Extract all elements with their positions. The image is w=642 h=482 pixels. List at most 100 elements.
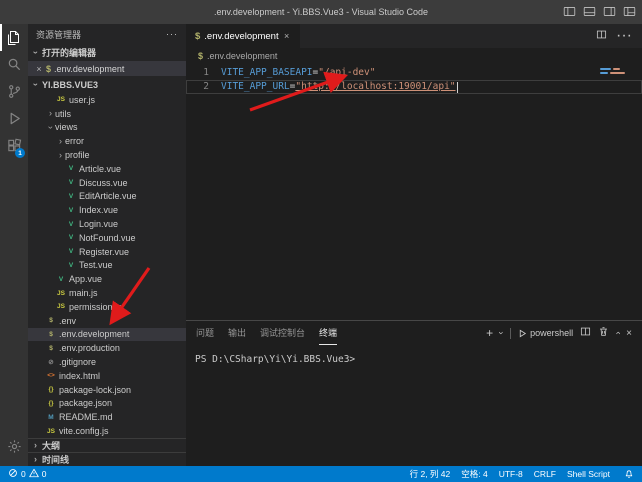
panel-tab[interactable]: 问题: [196, 321, 214, 345]
editor-group: $ .env.development × ··· $ .env.developm…: [186, 24, 642, 466]
file-label: .gitignore: [59, 357, 96, 367]
tree-item[interactable]: JSpermission.js: [28, 300, 186, 314]
sidebar-bottom-sections: › 大纲 › 时间线: [28, 438, 186, 466]
open-editors-section[interactable]: › 打开的编辑器: [28, 44, 186, 61]
close-panel-icon[interactable]: ×: [626, 328, 632, 339]
tree-item[interactable]: JSuser.js: [28, 93, 186, 107]
search-icon[interactable]: [0, 51, 28, 78]
file-label: NotFound.vue: [79, 233, 136, 243]
timeline-section[interactable]: › 时间线: [28, 452, 186, 466]
cursor-position[interactable]: 行 2, 列 42: [410, 468, 451, 480]
tree-item[interactable]: $.env: [28, 314, 186, 328]
tree-item[interactable]: $.env.development: [28, 328, 186, 342]
warning-icon: [29, 468, 39, 480]
split-terminal-icon[interactable]: [580, 326, 591, 340]
tree-item[interactable]: VIndex.vue: [28, 203, 186, 217]
customize-layout-icon[interactable]: [623, 5, 636, 20]
tree-item[interactable]: VArticle.vue: [28, 162, 186, 176]
source-control-icon[interactable]: [0, 78, 28, 105]
close-tab-icon[interactable]: ×: [283, 31, 291, 41]
maximize-panel-icon[interactable]: ›: [613, 332, 623, 335]
tab-env-development[interactable]: $ .env.development ×: [186, 24, 300, 48]
tree-item[interactable]: VNotFound.vue: [28, 231, 186, 245]
toggle-panel-icon[interactable]: [583, 5, 596, 20]
tree-item[interactable]: JSvite.config.js: [28, 424, 186, 438]
tree-item[interactable]: VApp.vue: [28, 272, 186, 286]
tree-item[interactable]: ⊘.gitignore: [28, 355, 186, 369]
terminal-prompt: PS D:\CSharp\Yi\Yi.BBS.Vue3>: [195, 354, 355, 365]
chevron-down-icon: ›: [31, 80, 40, 89]
code-line[interactable]: 2VITE_APP_URL="http://localhost:19001/ap…: [186, 80, 642, 94]
tree-item[interactable]: MREADME.md: [28, 410, 186, 424]
error-icon: [8, 468, 18, 480]
divider: [510, 328, 511, 339]
tree-item[interactable]: ›error: [28, 134, 186, 148]
chevron-right-icon: ›: [46, 109, 55, 118]
tree-item[interactable]: ›utils: [28, 107, 186, 121]
tree-item[interactable]: VLogin.vue: [28, 217, 186, 231]
panel-tab[interactable]: 终端: [319, 321, 337, 345]
file-label: user.js: [69, 95, 95, 105]
file-label: EditArticle.vue: [79, 191, 137, 201]
sidebar-title: 资源管理器: [36, 28, 81, 41]
extensions-icon[interactable]: 1: [0, 132, 28, 159]
outline-section[interactable]: › 大纲: [28, 438, 186, 452]
open-editor-item[interactable]: × $ .env.development: [28, 61, 186, 76]
file-label: .env.production: [59, 343, 120, 353]
tree-item[interactable]: ›profile: [28, 148, 186, 162]
toggle-sidebar-icon[interactable]: [563, 5, 576, 20]
file-label: Test.vue: [79, 260, 113, 270]
explorer-sidebar: 资源管理器 ··· › 打开的编辑器 × $ .env.development …: [28, 24, 186, 466]
settings-gear-icon[interactable]: [0, 433, 28, 460]
breadcrumb[interactable]: $ .env.development: [186, 48, 642, 64]
eol[interactable]: CRLF: [534, 469, 556, 479]
bottom-panel: 问题输出调试控制台终端 + › powershell › ×: [186, 320, 642, 466]
terminal-output[interactable]: PS D:\CSharp\Yi\Yi.BBS.Vue3>: [186, 345, 642, 466]
js-file-icon: JS: [55, 96, 67, 103]
project-root-folder[interactable]: › YI.BBS.VUE3: [28, 76, 186, 93]
panel-tabs: 问题输出调试控制台终端: [186, 321, 351, 345]
vscode-window: .env.development - Yi.BBS.Vue3 - Visual …: [0, 0, 642, 482]
tree-item[interactable]: VEditArticle.vue: [28, 190, 186, 204]
explorer-more-actions-icon[interactable]: ···: [166, 29, 178, 39]
tree-item[interactable]: JSmain.js: [28, 286, 186, 300]
tree-item[interactable]: $.env.production: [28, 341, 186, 355]
file-label: .env.development: [59, 329, 129, 339]
code-lines: 1VITE_APP_BASEAPI="/api-dev"2VITE_APP_UR…: [186, 66, 642, 94]
notifications-bell-icon[interactable]: [624, 468, 634, 480]
minimap[interactable]: [596, 66, 642, 106]
vue-file-icon: V: [65, 165, 77, 172]
tree-item[interactable]: VTest.vue: [28, 259, 186, 273]
env-value: "/api-dev": [318, 66, 375, 80]
kill-terminal-icon[interactable]: [598, 326, 609, 340]
split-editor-icon[interactable]: [596, 27, 607, 45]
editor-more-actions-icon[interactable]: ···: [616, 27, 632, 45]
indentation[interactable]: 空格: 4: [461, 468, 487, 480]
toggle-secondary-sidebar-icon[interactable]: [603, 5, 616, 20]
tree-item[interactable]: <>index.html: [28, 369, 186, 383]
terminal-profile-dropdown-icon[interactable]: ›: [497, 332, 507, 335]
tree-item[interactable]: {}package-lock.json: [28, 383, 186, 397]
vue-file-icon: V: [65, 248, 77, 255]
code-editor[interactable]: 1VITE_APP_BASEAPI="/api-dev"2VITE_APP_UR…: [186, 64, 642, 320]
panel-tab[interactable]: 调试控制台: [260, 321, 305, 345]
tree-item[interactable]: VDiscuss.vue: [28, 176, 186, 190]
language-mode[interactable]: Shell Script: [567, 469, 610, 479]
close-icon[interactable]: ×: [35, 64, 43, 74]
js-file-icon: JS: [55, 303, 67, 310]
run-debug-icon[interactable]: [0, 105, 28, 132]
git-file-icon: ⊘: [45, 358, 57, 366]
terminal-instance-powershell[interactable]: powershell: [518, 328, 573, 338]
code-line[interactable]: 1VITE_APP_BASEAPI="/api-dev": [186, 66, 642, 80]
problems-status[interactable]: 0 0: [8, 468, 46, 480]
file-label: README.md: [59, 412, 113, 422]
tree-item[interactable]: {}package.json: [28, 397, 186, 411]
new-terminal-icon[interactable]: +: [486, 326, 493, 340]
tree-item[interactable]: ›views: [28, 121, 186, 135]
env-file-icon: $: [198, 51, 203, 61]
tree-item[interactable]: VRegister.vue: [28, 245, 186, 259]
encoding[interactable]: UTF-8: [499, 469, 523, 479]
md-file-icon: M: [45, 414, 57, 421]
explorer-icon[interactable]: [0, 24, 28, 51]
panel-tab[interactable]: 输出: [228, 321, 246, 345]
